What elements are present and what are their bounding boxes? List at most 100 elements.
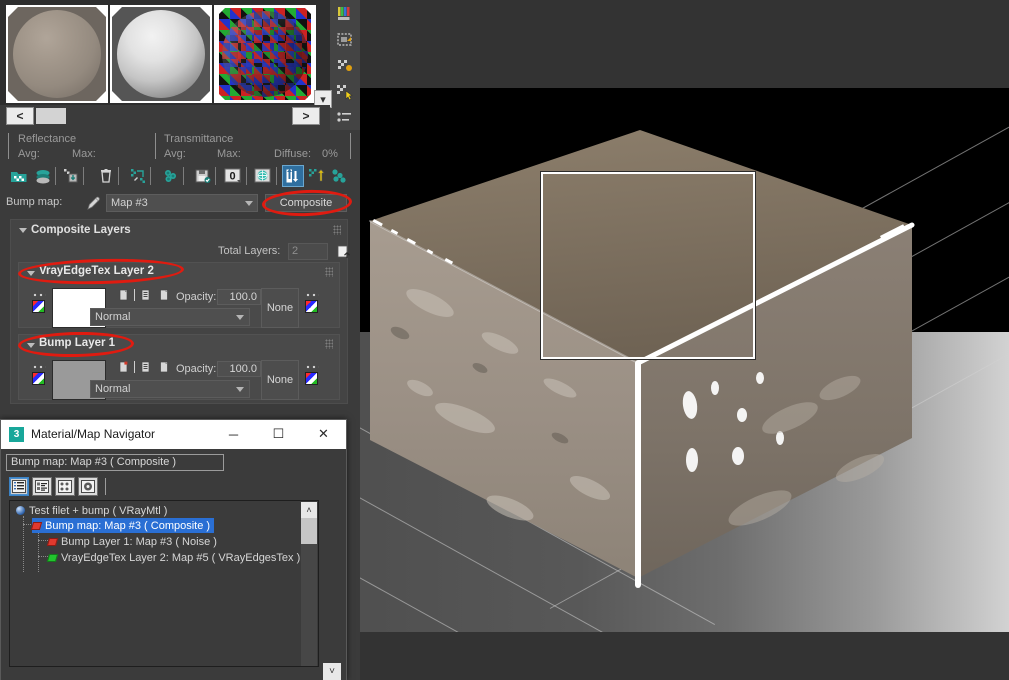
view-list-icon[interactable] [9, 477, 29, 496]
slot-scroll-thumb[interactable] [36, 108, 66, 124]
bump-map-label: Bump map: [6, 196, 63, 208]
render-region-box[interactable] [540, 171, 756, 360]
layer-2-mask-button[interactable]: None [261, 288, 299, 328]
layer-1-delete-icon[interactable] [158, 361, 170, 373]
layer-2-mask-dots[interactable] [305, 292, 319, 297]
slot-corner-tl [8, 7, 18, 17]
layer-2-paste-icon[interactable] [140, 289, 152, 301]
layer-2-enable-dots[interactable] [32, 292, 46, 297]
layer-1-separator [133, 361, 136, 373]
layer-2-mask-color-icon[interactable] [305, 300, 318, 313]
add-layer-button[interactable] [334, 242, 354, 262]
eyedropper-icon[interactable] [85, 194, 103, 212]
layer-1-opacity-value[interactable]: 100.0 [217, 361, 261, 377]
bump-map-value: Map #3 [111, 197, 148, 209]
tree-node-label: Bump map: Map #3 ( Composite ) [45, 519, 211, 532]
bump-map-field[interactable]: Map #3 [106, 194, 258, 212]
app-icon: 3 [9, 427, 24, 442]
navigator-scroll-down-button[interactable]: ˅ [323, 663, 341, 680]
chevron-down-icon[interactable] [236, 387, 244, 392]
slot-corner-bl [112, 91, 122, 101]
slot-scroll-right-button[interactable]: > [292, 107, 320, 125]
transmittance-max-label: Max: [217, 148, 241, 160]
go-to-parent-icon[interactable] [305, 165, 327, 187]
sample-slot-scrollbar[interactable]: < > [0, 105, 330, 127]
put-to-library-icon[interactable] [60, 165, 82, 187]
assign-to-selection-icon[interactable] [32, 165, 54, 187]
navigator-tree[interactable]: Test filet + bump ( VRayMtl ) Bump map: … [9, 500, 319, 667]
layer-2-blend-mode[interactable]: Normal [90, 308, 250, 326]
material-id-channel-icon[interactable] [160, 165, 182, 187]
slot-scroll-left-button[interactable]: < [6, 107, 34, 125]
sample-slot-3[interactable] [214, 5, 316, 103]
total-layers-value: 2 [288, 243, 328, 260]
layer-1-mask-button[interactable]: None [261, 360, 299, 400]
chevron-down-icon[interactable] [236, 315, 244, 320]
minimize-button[interactable]: ─ [211, 420, 256, 448]
navigator-path-field[interactable]: Bump map: Map #3 ( Composite ) [6, 454, 224, 471]
scroll-thumb[interactable] [301, 518, 317, 544]
pick-material-icon[interactable] [127, 165, 149, 187]
sample-window-toolbar [330, 0, 360, 130]
save-icon[interactable] [192, 165, 214, 187]
slot-scroll-track[interactable] [36, 108, 290, 124]
view-large-icons-icon[interactable] [78, 477, 98, 496]
render-frame[interactable] [360, 88, 1009, 632]
tree-connector [38, 540, 48, 541]
chevron-down-icon[interactable] [245, 201, 253, 206]
layer-1-mask-dots[interactable] [305, 364, 319, 369]
show-map-in-viewport-icon[interactable] [252, 165, 274, 187]
backlight-icon[interactable] [333, 54, 357, 78]
map-red-icon [46, 537, 59, 546]
layer-1-paste-icon[interactable] [140, 361, 152, 373]
sample-slot-1[interactable] [6, 5, 108, 103]
sample-checker-cursor-icon[interactable] [333, 80, 357, 104]
divider-middle [155, 133, 156, 159]
navigator-titlebar[interactable]: 3 Material/Map Navigator ─ ☐ ✕ [1, 420, 346, 449]
composite-type-button[interactable]: Composite [265, 194, 347, 212]
layer-1-mask-color-icon[interactable] [305, 372, 318, 385]
layer-1-copy-icon[interactable] [118, 361, 130, 373]
layer-2-delete-icon[interactable] [158, 289, 170, 301]
view-small-icons-icon[interactable] [55, 477, 75, 496]
tree-node-bump-map[interactable]: Bump map: Map #3 ( Composite ) [30, 518, 215, 533]
sample-type-list-icon[interactable] [333, 106, 357, 130]
sample-ui-color-icon[interactable] [333, 2, 357, 26]
reflectance-transmittance-bar: Reflectance Avg: Max: Transmittance Avg:… [0, 130, 360, 163]
divider-right [350, 133, 351, 159]
navigator-view-toolbar [1, 475, 346, 499]
tree-node-label: Bump Layer 1: Map #3 ( Noise ) [61, 535, 217, 548]
tree-node-label: VrayEdgeTex Layer 2: Map #5 ( VRayEdgesT… [61, 551, 301, 564]
slot-corner-tr [304, 7, 314, 17]
sphere-preview-checker [222, 11, 308, 97]
material-id-zero-icon[interactable]: 0 [222, 165, 244, 187]
slot-corner-tr [96, 7, 106, 17]
tree-node-label: Test filet + bump ( VRayMtl ) [29, 504, 168, 517]
show-end-result-icon[interactable] [282, 165, 304, 187]
layer-1-enable-dots[interactable] [32, 364, 46, 369]
layer-1-color-swatch-icon[interactable] [32, 372, 45, 385]
go-forward-to-sibling-icon[interactable] [328, 165, 350, 187]
reflectance-avg-label: Avg: [18, 148, 40, 160]
layer-2-copy-icon[interactable] [118, 289, 130, 301]
get-material-icon[interactable] [8, 165, 30, 187]
scroll-up-button[interactable]: ˄ [301, 502, 317, 518]
sample-slot-2[interactable] [110, 5, 212, 103]
tree-node-bump-layer-1[interactable]: Bump Layer 1: Map #3 ( Noise ) [46, 534, 217, 549]
layer-2-opacity-value[interactable]: 100.0 [217, 289, 261, 305]
layer-collapse-icon[interactable] [27, 271, 35, 276]
layer-grip [325, 339, 333, 349]
maximize-button[interactable]: ☐ [256, 420, 301, 448]
layer-2-color-swatch-icon[interactable] [32, 300, 45, 313]
tree-node-edgetex-layer-2[interactable]: VrayEdgeTex Layer 2: Map #5 ( VRayEdgesT… [46, 550, 301, 565]
layer-1-blend-mode[interactable]: Normal [90, 380, 250, 398]
navigator-tree-scrollbar[interactable]: ˄ [301, 502, 317, 666]
layer-2-opacity-label: Opacity: [176, 291, 217, 303]
tree-node-material[interactable]: Test filet + bump ( VRayMtl ) [16, 503, 167, 518]
layer-collapse-icon[interactable] [27, 343, 35, 348]
close-button[interactable]: ✕ [301, 420, 346, 448]
view-list-small-icon[interactable] [32, 477, 52, 496]
background-icon[interactable] [333, 28, 357, 52]
render-viewport[interactable] [360, 0, 1009, 680]
delete-icon[interactable] [95, 165, 117, 187]
